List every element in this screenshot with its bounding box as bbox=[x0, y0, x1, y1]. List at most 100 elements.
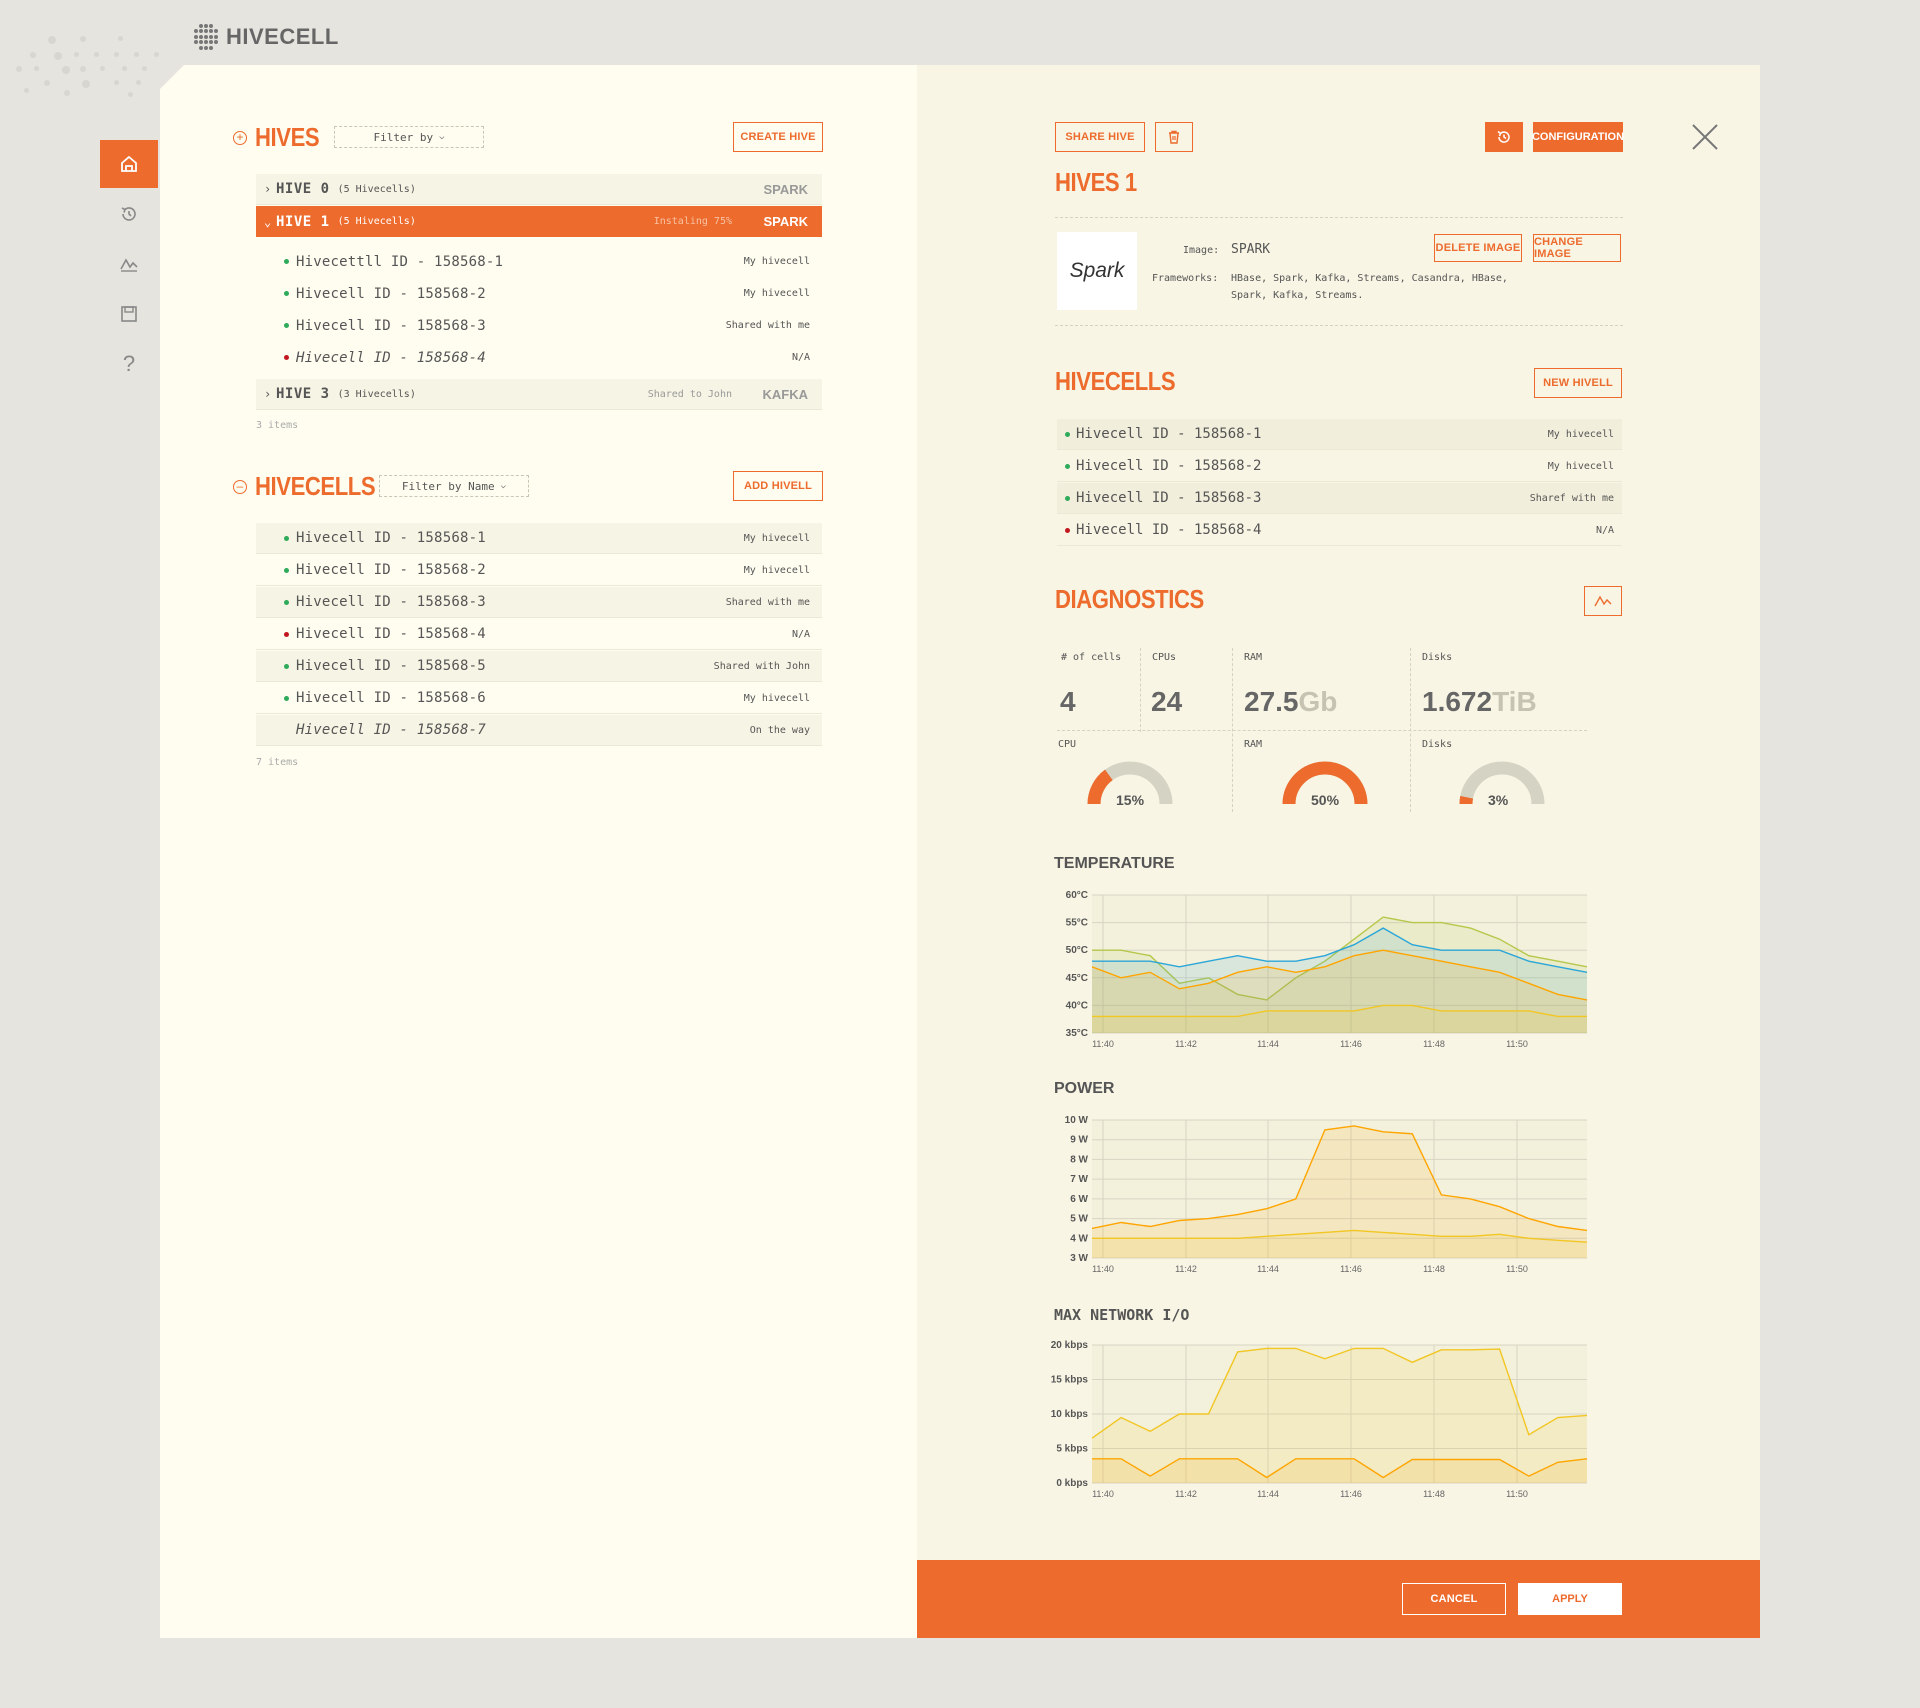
status-dot bbox=[284, 631, 289, 637]
hive-cell-row[interactable]: Hivecell ID - 158568-2 My hivecell bbox=[256, 278, 822, 309]
network-title: MAX NETWORK I/O bbox=[1054, 1306, 1190, 1324]
nav-save[interactable] bbox=[100, 290, 158, 338]
hives-title: HIVES bbox=[255, 122, 320, 152]
divider bbox=[1055, 325, 1623, 326]
status-dot bbox=[284, 599, 289, 605]
power-chart: 3 W 4 W 5 W 6 W 7 W 8 W 9 W 10 W 11:40 11:42 11:44… bbox=[1065, 1115, 1588, 1274]
status-dot bbox=[1065, 495, 1070, 501]
hives-filter-dropdown[interactable]: Filter by ⌵ bbox=[334, 126, 484, 148]
change-image-button[interactable]: CHANGE IMAGE bbox=[1533, 234, 1621, 262]
share-hive-button[interactable]: SHARE HIVE bbox=[1055, 122, 1145, 152]
app-logo[interactable]: HIVECELL bbox=[194, 24, 339, 50]
history-button[interactable] bbox=[1485, 122, 1523, 152]
delete-image-button[interactable]: DELETE IMAGE bbox=[1434, 234, 1522, 262]
frameworks-label: Frameworks: bbox=[1152, 273, 1219, 284]
hive-cell-row[interactable]: Hivecell ID - 158568-3 Shared with me bbox=[256, 310, 822, 341]
nav-history[interactable] bbox=[100, 190, 158, 238]
gauge-value: 15% bbox=[1116, 792, 1145, 808]
nav-home[interactable] bbox=[100, 140, 158, 188]
cell-name: Hivecell ID - 158568-3 bbox=[1076, 490, 1262, 506]
collapse-minus-icon[interactable]: – bbox=[233, 479, 247, 494]
x-tick-label: 11:48 bbox=[1423, 1489, 1445, 1499]
new-hivell-button[interactable]: NEW HIVELL bbox=[1534, 368, 1622, 398]
cell-name: Hivecell ID - 158568-2 bbox=[296, 562, 486, 578]
app-name: HIVECELL bbox=[226, 24, 339, 49]
hivecells-detail-title: HIVECELLS bbox=[1055, 366, 1176, 396]
y-tick-label: 35°C bbox=[1066, 1028, 1088, 1039]
chevron-down-icon: ⌵ bbox=[500, 481, 507, 491]
close-button[interactable] bbox=[1690, 122, 1720, 152]
x-tick-label: 11:46 bbox=[1340, 1264, 1362, 1274]
collapse-plus-icon[interactable]: + bbox=[233, 130, 247, 145]
gauge-value: 50% bbox=[1311, 792, 1340, 808]
hivecell-row[interactable]: Hivecell ID - 158568-6 My hivecell bbox=[256, 683, 822, 714]
disks-number: 1.672 bbox=[1422, 686, 1493, 717]
hivecell-row[interactable]: Hivecell ID - 158568-2 My hivecell bbox=[256, 555, 822, 586]
x-tick-label: 11:44 bbox=[1257, 1264, 1279, 1274]
hivecell-row[interactable]: Hivecell ID - 158568-1 My hivecell bbox=[256, 523, 822, 554]
detail-hivecell-row[interactable]: Hivecell ID - 158568-2 My hivecell bbox=[1057, 451, 1622, 482]
trash-icon bbox=[1169, 130, 1179, 144]
cell-owner: My hivecell bbox=[743, 288, 810, 299]
share-hive-label: SHARE HIVE bbox=[1065, 131, 1135, 143]
hivecells-filter-dropdown[interactable]: Filter by Name ⌵ bbox=[379, 475, 529, 497]
apply-button[interactable]: APPLY bbox=[1518, 1583, 1622, 1615]
disks-unit: TiB bbox=[1492, 686, 1537, 717]
cell-name: Hivecell ID - 158568-4 bbox=[1076, 522, 1262, 538]
delete-hive-button[interactable] bbox=[1155, 122, 1193, 152]
frameworks-line-2: Spark, Kafka, Streams. bbox=[1231, 290, 1364, 301]
detail-hivecell-row[interactable]: Hivecell ID - 158568-4 N/A bbox=[1057, 515, 1622, 546]
x-tick-label: 11:40 bbox=[1092, 1264, 1114, 1274]
nav-help[interactable]: ? bbox=[100, 340, 158, 388]
y-tick-label: 10 kbps bbox=[1051, 1409, 1089, 1420]
ram-number: 27.5 bbox=[1244, 686, 1299, 717]
create-hive-button[interactable]: CREATE HIVE bbox=[733, 122, 823, 152]
gauge-label: RAM bbox=[1244, 739, 1263, 750]
diagnostics-chart-button[interactable] bbox=[1584, 586, 1622, 616]
chevron-down-icon: ⌄ bbox=[264, 214, 272, 229]
hivecell-row[interactable]: Hivecell ID - 158568-3 Shared with me bbox=[256, 587, 822, 618]
y-tick-label: 55°C bbox=[1066, 918, 1088, 929]
hive-status: Instaling 75% bbox=[653, 216, 732, 227]
x-tick-label: 11:42 bbox=[1175, 1489, 1197, 1499]
status-dot bbox=[284, 323, 289, 328]
detail-hivecell-row[interactable]: Hivecell ID - 158568-1 My hivecell bbox=[1057, 419, 1622, 450]
change-image-label: CHANGE IMAGE bbox=[1534, 236, 1583, 260]
hivecell-row[interactable]: Hivecell ID - 158568-4 N/A bbox=[256, 619, 822, 650]
cell-name: Hivecell ID - 158568-7 bbox=[296, 722, 486, 738]
status-dot bbox=[284, 567, 289, 573]
add-hivell-button[interactable]: ADD HIVELL bbox=[733, 471, 823, 501]
y-tick-label: 4 W bbox=[1070, 1233, 1088, 1244]
cell-owner: My hivecell bbox=[743, 256, 810, 267]
hive-cell-row[interactable]: Hivecettll ID - 158568-1 My hivecell bbox=[256, 246, 822, 277]
nav-activity[interactable] bbox=[100, 240, 158, 288]
action-bar bbox=[917, 1560, 1760, 1638]
image-value: SPARK bbox=[1231, 242, 1271, 257]
hivecell-row[interactable]: Hivecell ID - 158568-5 Shared with John bbox=[256, 651, 822, 682]
hive-row-3[interactable]: › HIVE 3 (3 Hivecells) Shared to John KA… bbox=[256, 379, 822, 410]
hivecell-row[interactable]: Hivecell ID - 158568-7 On the way bbox=[256, 715, 822, 746]
hive-name: HIVE 3 bbox=[276, 386, 330, 402]
hive-row-0[interactable]: › HIVE 0 (5 Hivecells) SPARK bbox=[256, 174, 822, 205]
hive-row-1[interactable]: ⌄ HIVE 1 (5 Hivecells) Instaling 75% SPA… bbox=[256, 206, 822, 237]
configuration-button[interactable]: CONFIGURATION bbox=[1532, 122, 1624, 152]
y-tick-label: 60°C bbox=[1066, 890, 1088, 901]
cells-label: # of cells bbox=[1061, 652, 1122, 663]
image-label: Image: bbox=[1183, 245, 1220, 256]
new-hivell-label: NEW HIVELL bbox=[1543, 377, 1613, 389]
temperature-title: TEMPERATURE bbox=[1054, 855, 1175, 872]
cancel-button[interactable]: CANCEL bbox=[1402, 1583, 1506, 1615]
hive-cell-row[interactable]: Hivecell ID - 158568-4 N/A bbox=[256, 342, 822, 373]
divider bbox=[1057, 730, 1587, 731]
y-tick-label: 40°C bbox=[1066, 1000, 1088, 1011]
detail-hivecell-row[interactable]: Hivecell ID - 158568-3 Sharef with me bbox=[1057, 483, 1622, 514]
x-tick-label: 11:40 bbox=[1092, 1039, 1114, 1049]
gauge-label: Disks bbox=[1422, 739, 1453, 750]
x-tick-label: 11:40 bbox=[1092, 1489, 1114, 1499]
stat-separator bbox=[1140, 648, 1141, 732]
status-dot bbox=[284, 355, 289, 360]
cell-owner: N/A bbox=[791, 628, 810, 640]
status-dot bbox=[284, 535, 289, 541]
hive-count: (5 Hivecells) bbox=[337, 216, 416, 227]
hivecells-header: – HIVECELLS bbox=[233, 471, 396, 502]
